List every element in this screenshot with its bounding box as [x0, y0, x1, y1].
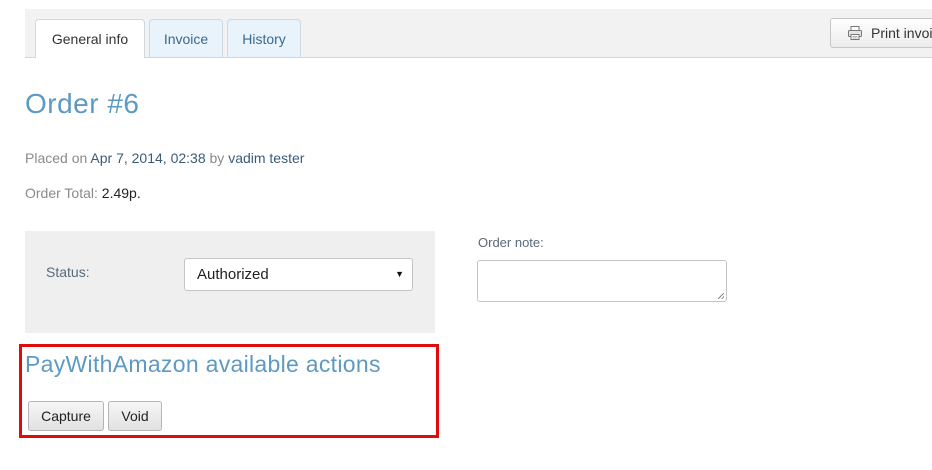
status-panel: Status: Authorized ▼ [25, 231, 435, 333]
customer-link[interactable]: vadim tester [228, 150, 304, 166]
placed-date: Apr 7, 2014, 02:38 [90, 150, 206, 166]
status-label: Status: [46, 264, 90, 280]
capture-button[interactable]: Capture [28, 401, 104, 431]
placed-prefix: Placed on [25, 150, 88, 166]
dropdown-caret-icon: ▼ [395, 269, 404, 279]
order-total-value: 2.49p. [101, 185, 141, 201]
order-page: General info Invoice History Print invoi… [0, 0, 932, 470]
tab-bar: General info Invoice History Print invoi [25, 9, 932, 58]
page-title: Order #6 [25, 88, 140, 119]
placed-by-word: by [209, 150, 225, 166]
order-total-label: Order Total: [25, 185, 98, 201]
printer-icon [848, 26, 862, 40]
tab-history[interactable]: History [227, 19, 301, 57]
order-total: Order Total: 2.49p. [25, 185, 141, 201]
void-button[interactable]: Void [108, 401, 162, 431]
order-note-textarea[interactable] [477, 260, 727, 302]
print-invoice-button[interactable]: Print invoi [830, 18, 932, 48]
status-select[interactable]: Authorized ▼ [184, 258, 413, 291]
status-selected-value: Authorized [197, 266, 269, 283]
print-invoice-label: Print invoi [871, 25, 932, 41]
placed-info: Placed on Apr 7, 2014, 02:38 by vadim te… [25, 150, 304, 166]
tab-general-info[interactable]: General info [35, 19, 145, 58]
tab-invoice[interactable]: Invoice [149, 19, 223, 57]
resize-grip-icon[interactable] [718, 293, 724, 299]
order-note-label: Order note: [478, 235, 544, 250]
actions-title: PayWithAmazon available actions [25, 351, 381, 377]
